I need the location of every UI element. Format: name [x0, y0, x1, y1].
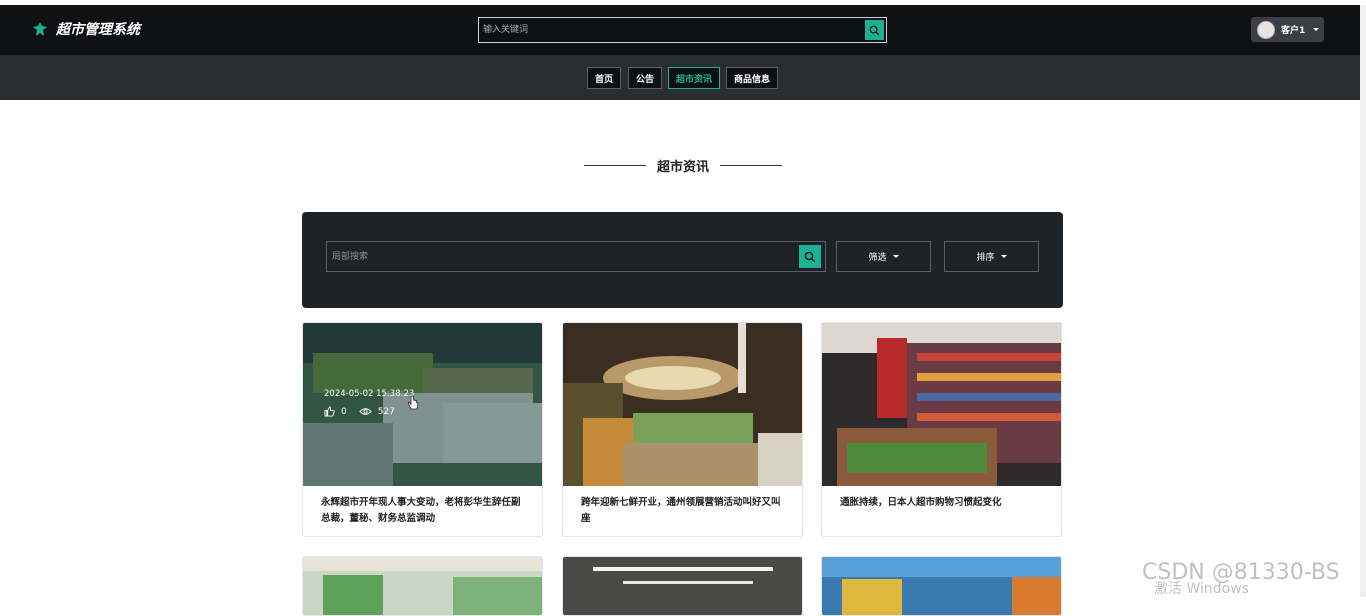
nav-notice[interactable]: 公告 — [628, 67, 662, 89]
aisle-photo — [822, 323, 1061, 486]
main-nav: 首页 公告 超市资讯 商品信息 — [0, 55, 1366, 100]
news-title[interactable]: 跨年迎新七鲜开业，通州领展营销活动叫好又叫座 — [563, 486, 802, 535]
news-card[interactable] — [302, 556, 543, 616]
news-image[interactable] — [303, 557, 542, 616]
filter-panel: 筛选 排序 — [302, 212, 1063, 308]
news-title[interactable]: 通胀持续，日本人超市购物习惯起变化 — [822, 486, 1061, 535]
news-title[interactable]: 永辉超市开年现人事大变动，老将彭华生辞任副总裁，董秘、财务总监调动 — [303, 486, 542, 535]
local-search-input[interactable] — [332, 247, 792, 267]
sort-dropdown[interactable]: 排序 — [944, 241, 1039, 272]
chevron-down-icon — [1000, 255, 1007, 258]
news-image[interactable] — [563, 323, 802, 486]
news-card[interactable] — [562, 556, 803, 616]
scrollbar[interactable] — [1360, 5, 1366, 597]
filter-dropdown[interactable]: 筛选 — [836, 241, 931, 272]
divider-right — [720, 165, 783, 166]
news-card[interactable] — [821, 556, 1062, 616]
store-interior-photo — [563, 323, 802, 486]
global-search — [478, 17, 887, 43]
news-meta: 2024-05-02 15:38:23 0 527 — [324, 389, 414, 417]
section-heading: 超市资讯 — [0, 155, 1366, 175]
thumbs-up-icon[interactable] — [324, 406, 335, 417]
local-search-button[interactable] — [799, 245, 821, 268]
leaf-icon — [33, 22, 47, 36]
app-title: 超市管理系统 — [56, 22, 140, 38]
app-logo[interactable]: 超市管理系统 — [32, 19, 140, 39]
global-search-button[interactable] — [865, 20, 884, 40]
news-date: 2024-05-02 15:38:23 — [324, 389, 415, 399]
eye-icon — [359, 408, 372, 415]
news-image[interactable] — [822, 557, 1061, 616]
avatar — [1257, 20, 1275, 39]
news-image[interactable] — [822, 323, 1061, 486]
like-count: 0 — [341, 406, 347, 417]
user-name: 客户1 — [1281, 26, 1306, 36]
page-title: 超市资讯 — [656, 160, 709, 175]
news-card[interactable]: 通胀持续，日本人超市购物习惯起变化 — [821, 322, 1062, 537]
sort-label: 排序 — [976, 253, 995, 263]
global-search-input[interactable] — [483, 20, 863, 40]
view-count: 527 — [377, 406, 395, 417]
news-image[interactable] — [563, 557, 802, 616]
mouse-cursor-icon — [407, 395, 419, 410]
search-icon — [869, 25, 880, 35]
search-icon — [804, 251, 816, 262]
chevron-down-icon — [892, 255, 899, 258]
chevron-down-icon — [1313, 28, 1320, 31]
nav-products[interactable]: 商品信息 — [726, 67, 778, 89]
news-image[interactable]: 2024-05-02 15:38:23 0 527 — [303, 323, 542, 486]
news-stats: 0 527 — [324, 406, 414, 417]
news-card[interactable]: 跨年迎新七鲜开业，通州领展营销活动叫好又叫座 — [562, 322, 803, 537]
news-card[interactable]: 2024-05-02 15:38:23 0 527 永辉超市开年现人事大变动，老… — [302, 322, 543, 537]
top-header: 超市管理系统 客户1 — [0, 5, 1366, 55]
divider-left — [583, 165, 646, 166]
nav-news[interactable]: 超市资讯 — [668, 67, 720, 89]
local-search — [326, 241, 826, 272]
windows-activation-text: 激活 Windows — [1154, 581, 1249, 597]
filter-label: 筛选 — [868, 253, 887, 263]
nav-home[interactable]: 首页 — [587, 67, 621, 89]
user-menu[interactable]: 客户1 — [1251, 17, 1324, 42]
